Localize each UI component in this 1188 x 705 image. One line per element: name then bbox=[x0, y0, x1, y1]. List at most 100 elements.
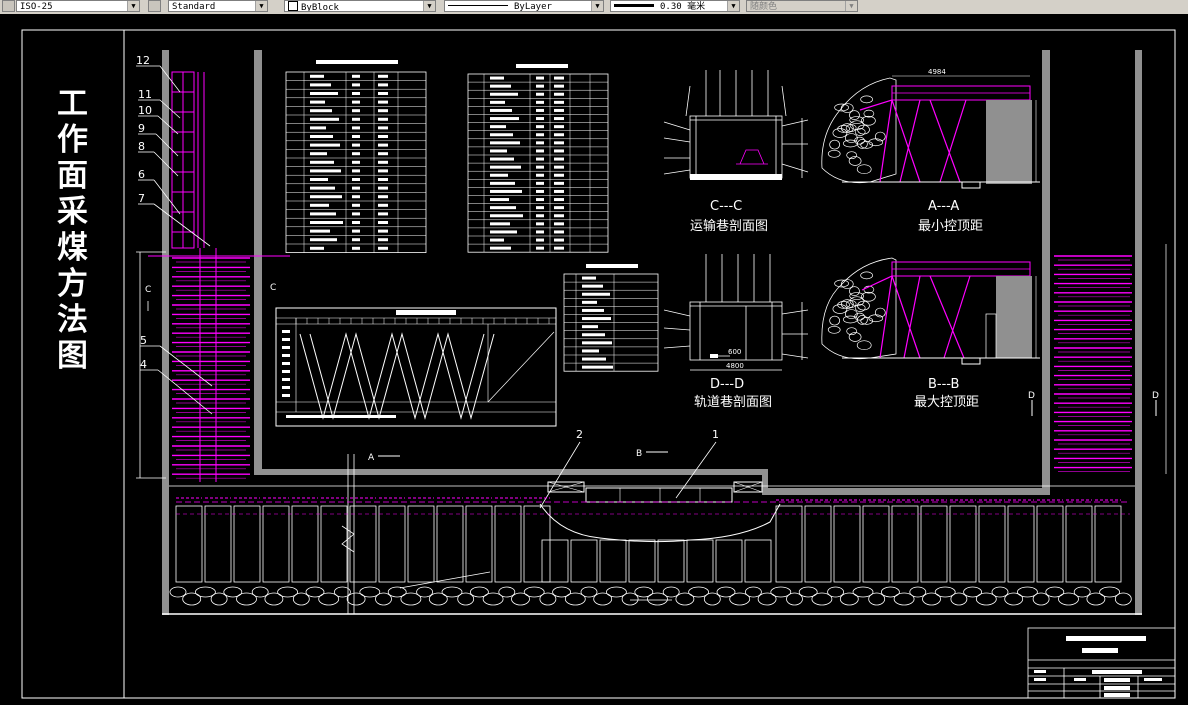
table-cell bbox=[536, 214, 544, 218]
table-cell bbox=[310, 152, 327, 156]
table-cell bbox=[378, 143, 388, 147]
linetype-select[interactable]: ByLayer ▼ bbox=[444, 0, 604, 12]
table-cell bbox=[378, 83, 388, 87]
table-cell bbox=[378, 92, 388, 95]
vertical-title: 工 作 面 采 煤 方 法 图 bbox=[57, 86, 89, 375]
table-cell bbox=[536, 189, 544, 193]
table-cell bbox=[490, 92, 518, 96]
textstyle-icon[interactable] bbox=[148, 0, 161, 12]
table-cell bbox=[310, 221, 343, 224]
table-title bbox=[316, 60, 398, 64]
table-cell bbox=[310, 229, 330, 233]
callout-5: 5 bbox=[140, 334, 147, 347]
dimstyle-select[interactable]: ISO-25 ▼ bbox=[16, 0, 140, 12]
table-cell bbox=[352, 152, 360, 156]
table-cell bbox=[310, 212, 336, 216]
table-cell bbox=[536, 84, 544, 88]
table-cell bbox=[310, 246, 324, 250]
table-cell bbox=[536, 230, 544, 234]
table-cell bbox=[490, 100, 505, 104]
table-cell bbox=[378, 246, 388, 250]
dimstyle-icon[interactable] bbox=[2, 0, 15, 12]
callout-12: 12 bbox=[136, 54, 150, 67]
table-cell bbox=[582, 317, 611, 321]
textstyle-select[interactable]: Standard ▼ bbox=[168, 0, 268, 12]
table-cell bbox=[378, 100, 388, 104]
table-cell bbox=[490, 238, 504, 242]
plotstyle-select[interactable]: 随颜色 ▼ bbox=[746, 0, 858, 12]
table-cell bbox=[352, 212, 360, 216]
title-char: 工 bbox=[57, 86, 88, 122]
table-cell bbox=[310, 143, 340, 147]
lineweight-select[interactable]: 0.30 毫米 ▼ bbox=[610, 0, 740, 12]
table-cell bbox=[554, 238, 564, 242]
table-cell bbox=[310, 117, 339, 121]
table-cell bbox=[378, 135, 388, 138]
table-cell bbox=[554, 141, 564, 145]
table-cell bbox=[554, 133, 564, 137]
table-cell bbox=[554, 108, 564, 112]
table-cell bbox=[378, 169, 388, 173]
table-cell bbox=[490, 117, 519, 121]
table-cell bbox=[554, 157, 564, 161]
table-cell bbox=[554, 181, 564, 185]
table-cell bbox=[378, 152, 388, 156]
table-cell bbox=[554, 173, 564, 177]
table-cell bbox=[352, 143, 360, 147]
color-select[interactable]: ByBlock ▼ bbox=[284, 0, 436, 12]
chart-label bbox=[282, 338, 290, 341]
table-cell bbox=[536, 92, 544, 96]
table-cell bbox=[554, 165, 564, 169]
table-cell bbox=[536, 76, 544, 80]
table-cell bbox=[554, 100, 564, 104]
callout-7: 7 bbox=[138, 192, 145, 205]
callout-8: 8 bbox=[138, 140, 145, 153]
dim-dd-inner: 600 bbox=[728, 348, 741, 356]
table-cell bbox=[536, 117, 544, 121]
section-bb-label: B---B bbox=[928, 377, 959, 392]
chevron-down-icon[interactable]: ▼ bbox=[127, 1, 139, 11]
table-cell bbox=[536, 222, 544, 226]
table-cell bbox=[352, 229, 360, 233]
callout-1: 1 bbox=[712, 428, 719, 441]
table-cell bbox=[352, 100, 360, 104]
chevron-down-icon[interactable]: ▼ bbox=[255, 1, 267, 11]
chevron-down-icon[interactable]: ▼ bbox=[727, 1, 739, 11]
table-cell bbox=[554, 84, 564, 88]
title-char: 煤 bbox=[57, 230, 88, 266]
table-cell bbox=[310, 109, 332, 113]
title-char: 作 bbox=[57, 122, 88, 158]
marker-d-outer: D bbox=[1152, 391, 1159, 401]
table-cell bbox=[490, 214, 523, 218]
table-cell bbox=[536, 157, 544, 161]
callout-4: 4 bbox=[140, 358, 147, 371]
plotstyle-value: 随颜色 bbox=[750, 2, 778, 12]
table-cell bbox=[536, 100, 544, 104]
chart-label bbox=[282, 378, 290, 381]
marker-d-inner: D bbox=[1028, 391, 1035, 401]
chevron-down-icon[interactable]: ▼ bbox=[423, 1, 435, 11]
table-cell bbox=[352, 238, 360, 242]
table-cell bbox=[490, 189, 522, 193]
table-cell bbox=[536, 246, 544, 250]
table-cell bbox=[490, 141, 520, 145]
table-cell bbox=[582, 341, 612, 345]
callout-2: 2 bbox=[576, 428, 583, 441]
table-cell bbox=[490, 198, 509, 202]
chevron-down-icon[interactable]: ▼ bbox=[845, 1, 857, 11]
table-cell bbox=[378, 117, 388, 121]
callout-11: 11 bbox=[138, 88, 152, 101]
drawing-canvas[interactable]: 工 作 面 采 煤 方 法 图 C 12 11 10 9 8 6 7 5 4 C… bbox=[0, 14, 1188, 705]
title-char: 面 bbox=[57, 158, 88, 194]
table-cell bbox=[352, 117, 360, 121]
table-cell bbox=[582, 292, 610, 296]
lineweight-sample-icon bbox=[614, 4, 654, 7]
table-cell bbox=[490, 133, 513, 137]
table-cell bbox=[490, 222, 510, 226]
linetype-sample-icon bbox=[448, 5, 508, 6]
color-swatch-icon bbox=[288, 1, 298, 11]
chevron-down-icon[interactable]: ▼ bbox=[591, 1, 603, 11]
chart-label bbox=[282, 394, 290, 397]
table-cell bbox=[582, 284, 603, 288]
table-cell bbox=[378, 195, 388, 199]
